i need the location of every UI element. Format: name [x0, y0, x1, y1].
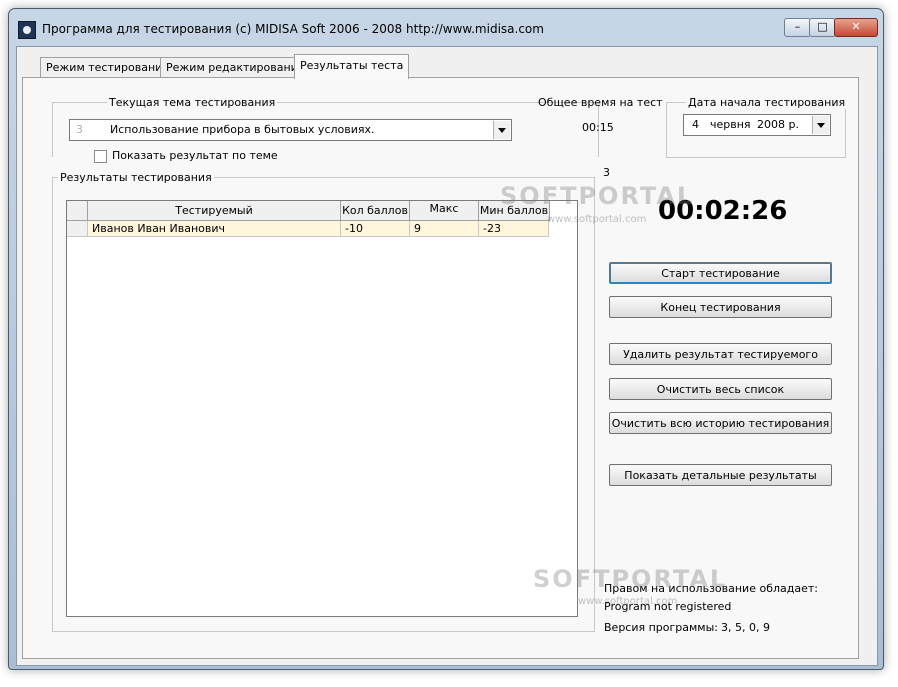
window-title: Программа для тестирования (c) MIDISA So… [42, 22, 544, 36]
app-icon [18, 21, 36, 39]
watermark-url-bottom: www.softportal.com [578, 596, 678, 607]
chevron-down-icon[interactable] [493, 121, 510, 139]
row-selector[interactable] [67, 221, 88, 237]
row-header-corner [67, 201, 88, 221]
title-bar[interactable]: Программа для тестирования (c) MIDISA So… [9, 9, 883, 39]
close-button[interactable]: ✕ [834, 18, 878, 37]
start-date-year: 2008 р. [757, 118, 799, 131]
counter-label: 3 [603, 166, 610, 179]
tab-edit-mode[interactable]: Режим редактирования [160, 57, 311, 78]
topic-value: Использование прибора в бытовых условиях… [110, 123, 375, 136]
delete-result-button[interactable]: Удалить результат тестируемого [609, 343, 832, 365]
table-cell-tested[interactable]: Иванов Иван Иванович [88, 221, 341, 237]
start-date-month: червня [710, 118, 751, 131]
table-cell-min-score[interactable]: -23 [479, 221, 549, 237]
table-cell-max[interactable]: 9 [410, 221, 479, 237]
column-header-tested[interactable]: Тестируемый [88, 201, 341, 221]
clear-history-button[interactable]: Очистить всю историю тестирования [609, 412, 832, 434]
version-label: Версия программы: [604, 621, 719, 634]
watermark-brand-top: SOFTPORTAL [500, 182, 695, 210]
version-value: 3, 5, 0, 9 [721, 621, 770, 634]
end-testing-button[interactable]: Конец тестирования [609, 296, 832, 318]
start-date-legend: Дата начала тестирования [686, 96, 848, 109]
minimize-button[interactable]: – [784, 18, 811, 37]
show-by-topic-label: Показать результат по теме [112, 149, 278, 162]
total-time-value: 00:15 [582, 121, 614, 134]
start-date-day: 4 [692, 118, 699, 131]
watermark-url-top: www.softportal.com [547, 214, 647, 225]
watermark-brand-bottom: SOFTPORTAL [533, 565, 728, 593]
show-by-topic-checkbox[interactable] [94, 150, 107, 163]
column-header-max[interactable]: Макс [410, 201, 479, 221]
tab-testing-mode[interactable]: Режим тестирования [40, 57, 175, 78]
results-grid[interactable]: Тестируемый Кол баллов Макс Мин баллов И… [66, 200, 578, 617]
topic-combobox[interactable]: 3 Использование прибора в бытовых услови… [69, 119, 512, 141]
show-details-button[interactable]: Показать детальные результаты [609, 464, 832, 486]
column-header-score[interactable]: Кол баллов [341, 201, 410, 221]
start-date-picker[interactable]: 4 червня 2008 р. [683, 114, 831, 136]
table-cell-score[interactable]: -10 [341, 221, 410, 237]
tab-test-results[interactable]: Результаты теста [294, 54, 410, 79]
results-legend: Результаты тестирования [58, 171, 214, 184]
maximize-icon: □ [817, 20, 828, 33]
total-time-label: Общее время на тест [538, 96, 663, 109]
topic-legend: Текущая тема тестирования [107, 96, 278, 109]
topic-number: 3 [76, 123, 83, 136]
close-icon: ✕ [851, 20, 861, 33]
minimize-icon: – [794, 20, 801, 33]
clear-list-button[interactable]: Очистить весь список [609, 378, 832, 400]
start-testing-button[interactable]: Старт тестирование [609, 262, 832, 284]
calendar-dropdown-icon[interactable] [812, 116, 829, 134]
maximize-button[interactable]: □ [809, 18, 836, 37]
